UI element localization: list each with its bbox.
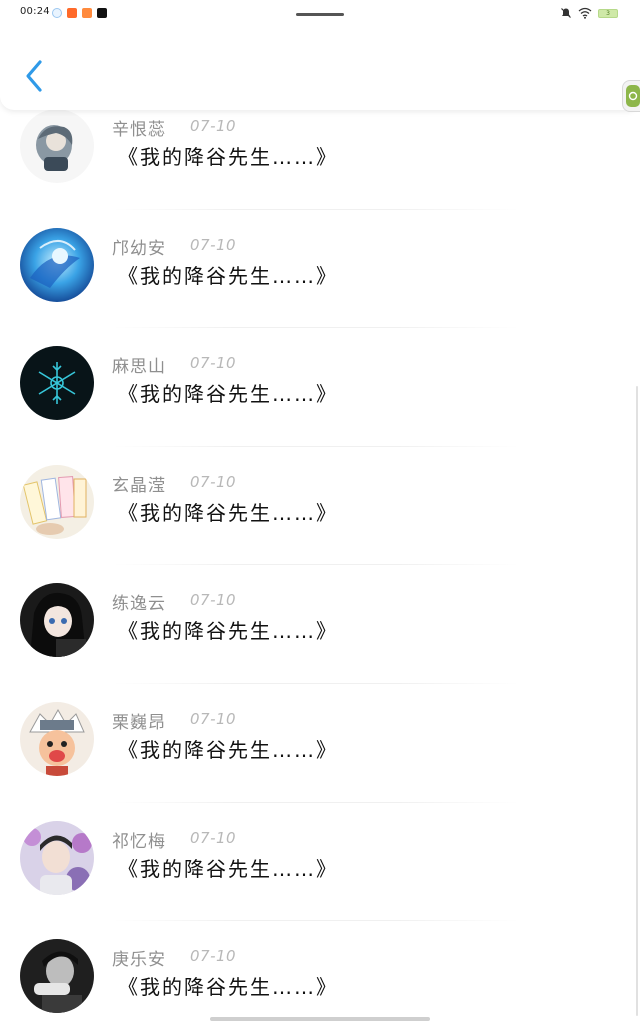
- comment-text: 《我的降谷先生……》: [118, 975, 338, 1000]
- scrollbar[interactable]: [636, 386, 638, 1016]
- comment-row[interactable]: 练逸云 07-10 《我的降谷先生……》: [0, 565, 640, 684]
- app-notification-icon: [82, 8, 92, 18]
- system-icons: 3: [560, 7, 618, 19]
- comment-date: 07-10: [190, 828, 237, 847]
- commenter-name[interactable]: 练逸云: [112, 589, 166, 614]
- notification-icon: [52, 8, 62, 18]
- comment-date: 07-10: [190, 591, 237, 610]
- notification-icons: [52, 8, 107, 18]
- commenter-name[interactable]: 庚乐安: [112, 945, 166, 970]
- comment-date: 07-10: [190, 354, 237, 373]
- comment-date: 07-10: [190, 235, 237, 254]
- comment-text: 《我的降谷先生……》: [118, 856, 338, 881]
- avatar[interactable]: [20, 227, 94, 302]
- chevron-left-icon: [26, 60, 42, 92]
- avatar[interactable]: [20, 820, 94, 895]
- comment-date: 07-10: [190, 472, 237, 491]
- avatar[interactable]: [20, 701, 94, 776]
- avatar[interactable]: [20, 346, 94, 421]
- commenter-name[interactable]: 栗巍昂: [112, 708, 166, 733]
- commenter-name[interactable]: 祁忆梅: [112, 827, 166, 852]
- comment-row[interactable]: 栗巍昂 07-10 《我的降谷先生……》: [0, 684, 640, 803]
- assistant-icon: [626, 85, 640, 107]
- comment-row[interactable]: 麻思山 07-10 《我的降谷先生……》: [0, 328, 640, 447]
- commenter-name[interactable]: 玄晶滢: [112, 471, 166, 496]
- back-button[interactable]: [18, 56, 52, 96]
- comment-text: 《我的降谷先生……》: [118, 619, 338, 644]
- comment-text: 《我的降谷先生……》: [118, 500, 338, 525]
- commenter-name[interactable]: 辛恨蕊: [112, 115, 166, 140]
- avatar[interactable]: [20, 109, 94, 183]
- commenter-name[interactable]: 麻思山: [112, 352, 166, 377]
- comment-row[interactable]: 祁忆梅 07-10 《我的降谷先生……》: [0, 803, 640, 922]
- mute-icon: [561, 8, 571, 18]
- comment-date: 07-10: [190, 947, 237, 966]
- avatar[interactable]: [20, 939, 94, 1014]
- weibo-icon: [67, 8, 77, 18]
- comment-text: 《我的降谷先生……》: [118, 737, 338, 762]
- window-handle: [296, 13, 344, 16]
- wifi-icon: [578, 7, 592, 19]
- avatar[interactable]: [20, 583, 94, 658]
- status-bar: 00:24 3: [0, 0, 640, 28]
- status-time: 00:24: [20, 6, 50, 17]
- comment-text: 《我的降谷先生……》: [118, 382, 338, 407]
- comment-text: 《我的降谷先生……》: [118, 145, 338, 169]
- screen: 00:24 3 辛恨蕊 07-10 《我的降谷先生……》 邝幼安 07-10 《…: [0, 0, 640, 1024]
- home-indicator[interactable]: [210, 1017, 430, 1021]
- avatar[interactable]: [20, 464, 94, 539]
- battery-icon: 3: [598, 8, 618, 18]
- comment-row[interactable]: 庚乐安 07-10 《我的降谷先生……》: [0, 921, 640, 1024]
- app-notification-icon: [97, 8, 107, 18]
- floating-assistant-button[interactable]: [622, 80, 640, 112]
- comment-date: 07-10: [190, 709, 237, 728]
- comment-date: 07-10: [190, 117, 237, 135]
- comment-row[interactable]: 邝幼安 07-10 《我的降谷先生……》: [0, 210, 640, 329]
- comment-row[interactable]: 玄晶滢 07-10 《我的降谷先生……》: [0, 447, 640, 566]
- comment-list: 辛恨蕊 07-10 《我的降谷先生……》 邝幼安 07-10 《我的降谷先生……》 麻思山 0…: [0, 91, 640, 1024]
- commenter-name[interactable]: 邝幼安: [112, 234, 166, 259]
- comment-text: 《我的降谷先生……》: [118, 263, 338, 288]
